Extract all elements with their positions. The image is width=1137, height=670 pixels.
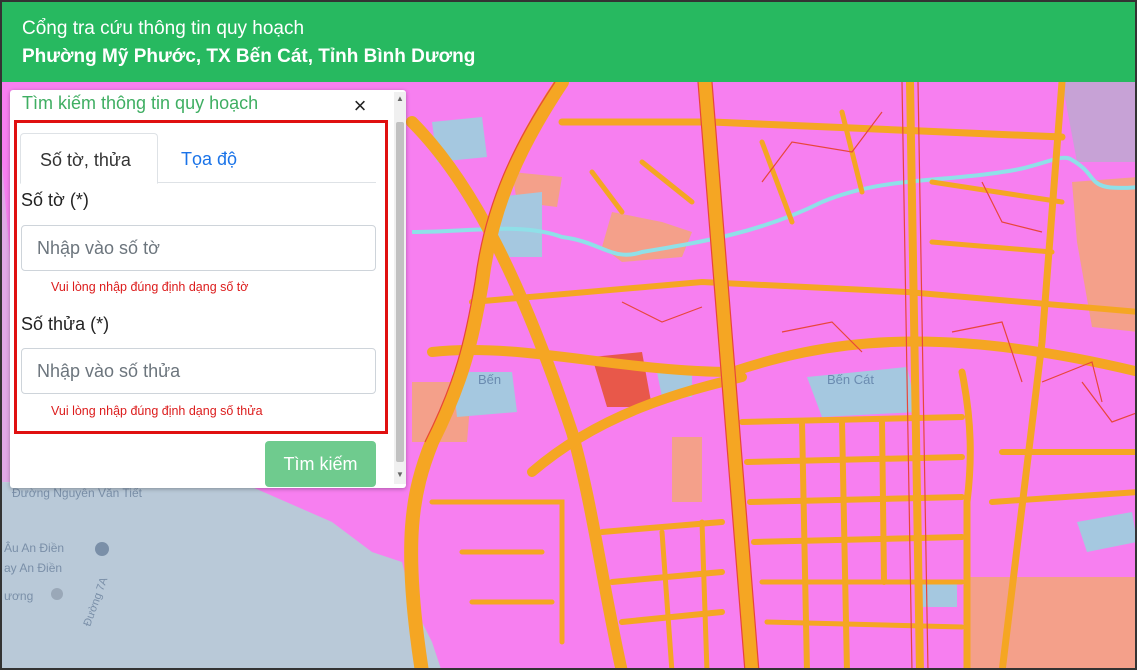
scroll-thumb[interactable] xyxy=(396,122,404,462)
app-window: Cổng tra cứu thông tin quy hoạch Phường … xyxy=(0,0,1137,670)
parcel-error: Vui lòng nhập đúng định dạng số thửa xyxy=(51,404,263,418)
scroll-down-icon[interactable]: ▼ xyxy=(394,470,406,480)
zone-commercial xyxy=(672,437,702,502)
panel-scrollbar[interactable]: ▲ ▼ xyxy=(394,92,406,484)
header-title: Cổng tra cứu thông tin quy hoạch xyxy=(22,18,305,39)
scroll-up-icon[interactable]: ▲ xyxy=(394,94,406,104)
close-icon[interactable]: × xyxy=(350,95,370,117)
zone-purple xyxy=(1062,82,1135,162)
zone-public xyxy=(1077,512,1135,552)
tab-sheet-parcel[interactable]: Số tờ, thửa xyxy=(20,133,158,184)
search-tabs: Số tờ, thửa Tọa độ xyxy=(20,133,376,184)
map-label: ay An Điền xyxy=(4,561,62,575)
search-button[interactable]: Tìm kiếm xyxy=(265,441,376,487)
parcel-number-input[interactable] xyxy=(21,348,376,394)
app-header: Cổng tra cứu thông tin quy hoạch Phường … xyxy=(2,2,1135,82)
zone-commercial xyxy=(967,577,1135,668)
panel-title: Tìm kiếm thông tin quy hoạch xyxy=(22,93,259,113)
sheet-error: Vui lòng nhập đúng định dạng số tờ xyxy=(51,280,249,294)
basemap-area xyxy=(2,482,441,668)
map-label: Bến xyxy=(478,372,501,387)
tab-coordinates[interactable]: Tọa độ xyxy=(162,133,256,184)
map-pin-icon xyxy=(51,588,63,600)
map-label: Bến Cát xyxy=(827,372,874,387)
sheet-number-input[interactable] xyxy=(21,225,376,271)
sheet-label: Số tờ (*) xyxy=(21,190,89,210)
parcel-label: Số thửa (*) xyxy=(21,314,110,334)
map-label: Âu An Điền xyxy=(4,540,64,555)
map-pin-icon xyxy=(95,542,109,556)
header-subtitle: Phường Mỹ Phước, TX Bến Cát, Tỉnh Bình D… xyxy=(22,46,476,67)
map-label: ương xyxy=(4,589,33,603)
